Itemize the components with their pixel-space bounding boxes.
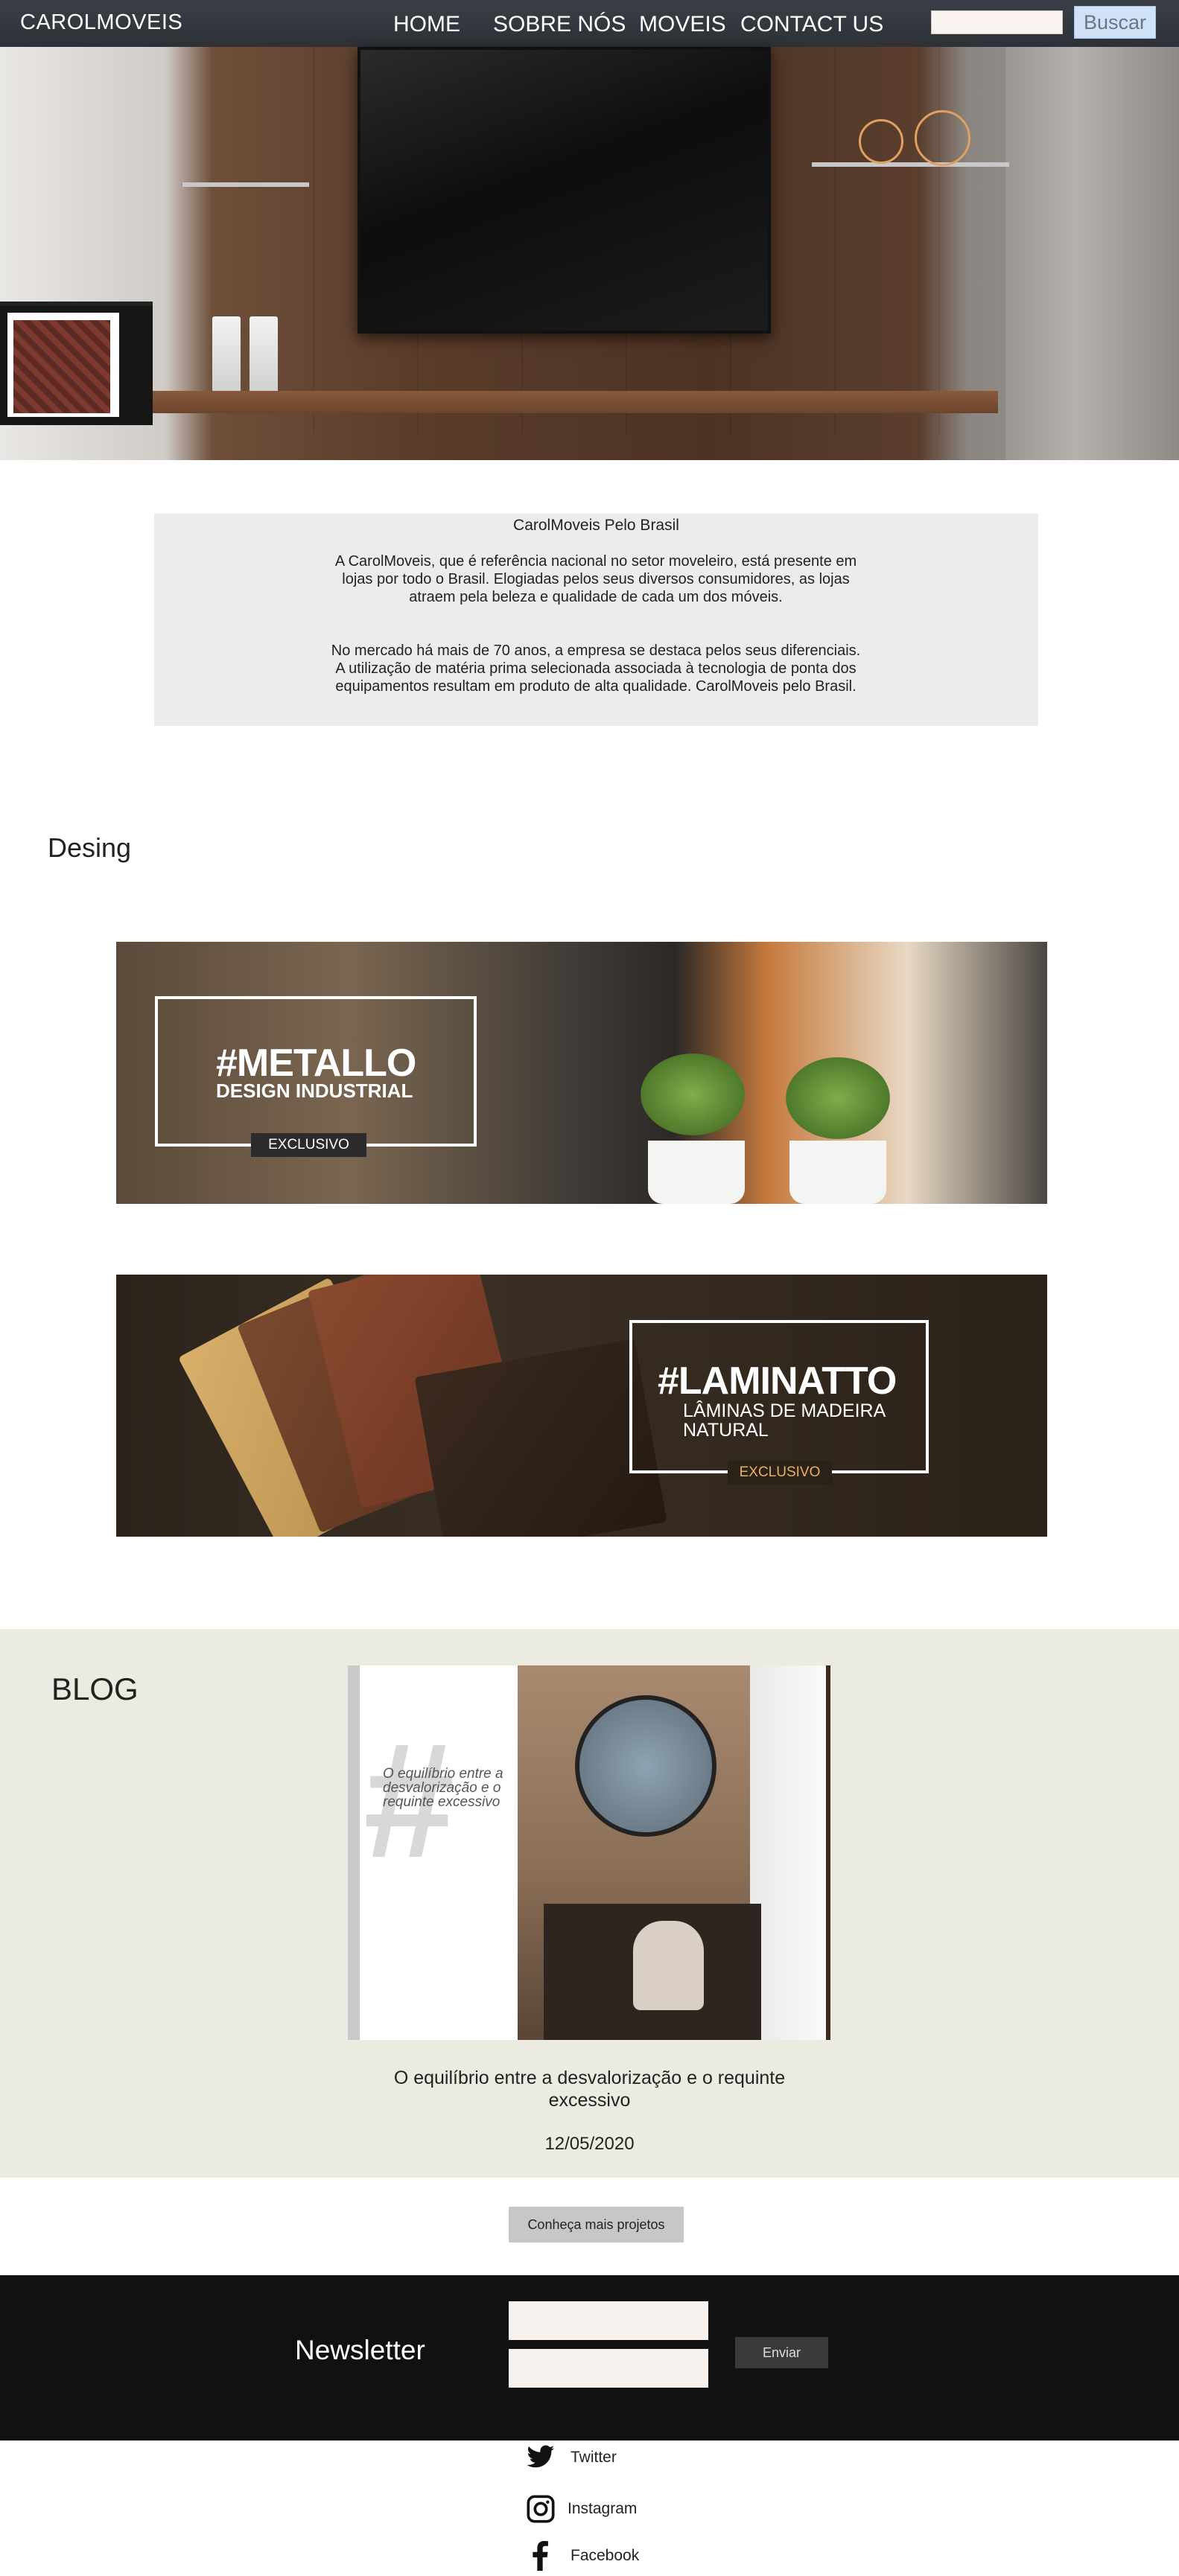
- nav-contact-us[interactable]: CONTACT US: [740, 12, 883, 37]
- metallo-badge: EXCLUSIVO: [251, 1133, 366, 1157]
- intro-title: CarolMoveis Pelo Brasil: [513, 517, 679, 534]
- facebook-icon: [533, 2541, 548, 2571]
- social-twitter-link[interactable]: Twitter: [526, 2445, 617, 2470]
- newsletter-input-1[interactable]: [509, 2301, 708, 2340]
- intro-paragraph-2: No mercado há mais de 70 anos, a empresa…: [331, 643, 861, 695]
- social-label: Instagram: [568, 2500, 638, 2517]
- metallo-title: #METALLO: [216, 1042, 416, 1085]
- blog-post-title[interactable]: O equilíbrio entre a desvalorização e o …: [380, 2067, 799, 2111]
- banner-pot: [648, 1141, 745, 1204]
- banner-pot: [789, 1141, 886, 1204]
- hero-decor-orb: [859, 119, 903, 164]
- blog-image-mirror: [575, 1695, 716, 1837]
- newsletter-submit-button[interactable]: Enviar: [735, 2337, 828, 2368]
- social-instagram-link[interactable]: Instagram: [526, 2494, 637, 2524]
- blog-image-window: [750, 1665, 830, 2040]
- laminatto-badge: EXCLUSIVO: [728, 1461, 832, 1485]
- laminatto-subtitle: LÂMINAS DE MADEIRA NATURAL: [683, 1400, 885, 1441]
- banner-plant: [641, 1053, 745, 1135]
- newsletter-label: Newsletter: [295, 2335, 425, 2365]
- instagram-icon: [527, 2495, 555, 2523]
- hero-decor-orb: [915, 110, 970, 166]
- blog-post-date: 12/05/2020: [544, 2134, 635, 2154]
- blog-image-stool: [633, 1921, 704, 2010]
- banner-plant: [786, 1057, 890, 1139]
- nav-moveis[interactable]: MOVEIS: [639, 12, 726, 37]
- newsletter-input-2[interactable]: [509, 2349, 708, 2388]
- hero-frame-art: [13, 320, 110, 413]
- design-heading: Desing: [48, 832, 132, 863]
- intro-paragraph-1: A CarolMoveis, que é referência nacional…: [334, 553, 857, 605]
- blog-image-caption: O equilíbrio entre a desvalorização e o …: [383, 1766, 503, 1810]
- hero-speaker: [250, 316, 278, 395]
- metallo-subtitle: DESIGN INDUSTRIAL: [216, 1080, 413, 1102]
- social-label: Twitter: [571, 2449, 617, 2466]
- brand-logo[interactable]: CAROLMOVEIS: [20, 10, 182, 35]
- hero-concrete-wall: [1005, 47, 1179, 460]
- nav-home[interactable]: HOME: [393, 12, 460, 37]
- twitter-icon: [527, 2445, 555, 2468]
- hero-speaker: [212, 316, 241, 395]
- nav-sobre-nos[interactable]: SOBRE NÓS: [493, 12, 626, 37]
- hero-shelf-right: [812, 162, 1009, 167]
- social-facebook-link[interactable]: Facebook: [530, 2541, 639, 2571]
- blog-heading: BLOG: [51, 1671, 139, 1706]
- hero-shelf-left: [182, 182, 309, 187]
- laminatto-title: #LAMINATTO: [658, 1359, 897, 1403]
- search-button[interactable]: Buscar: [1074, 6, 1156, 39]
- social-label: Facebook: [571, 2547, 640, 2564]
- search-input[interactable]: [931, 10, 1063, 34]
- more-projects-button[interactable]: Conheça mais projetos: [509, 2207, 684, 2242]
- hero-tv: [357, 47, 771, 334]
- hero-console: [134, 391, 998, 413]
